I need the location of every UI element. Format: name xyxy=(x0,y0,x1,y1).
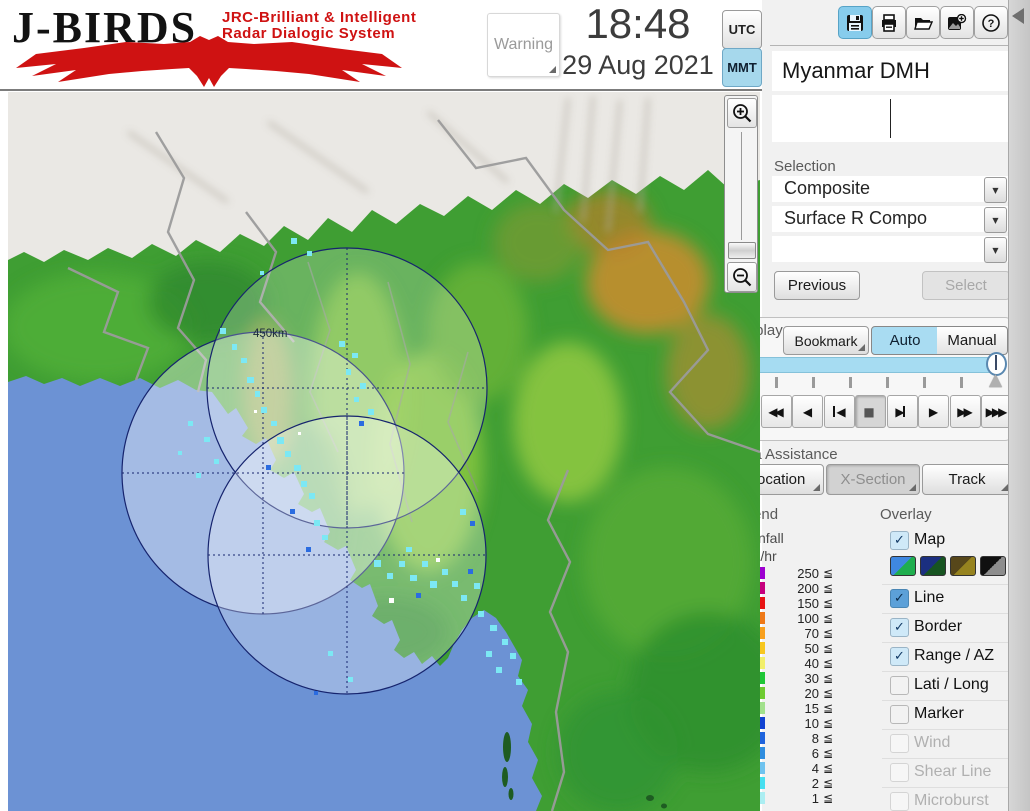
header-divider xyxy=(0,89,762,91)
range-ring-label: 450km xyxy=(253,328,288,340)
step-forward-button[interactable]: ▶ xyxy=(886,395,918,428)
separator xyxy=(882,758,1008,759)
timeline-tick xyxy=(775,377,778,388)
zoom-slider-track[interactable] xyxy=(741,132,742,240)
separator xyxy=(882,700,1008,701)
floppy-icon xyxy=(847,14,863,31)
printer-icon xyxy=(882,13,896,32)
mmt-button[interactable]: MMT xyxy=(722,48,762,87)
help-button[interactable]: ? xyxy=(974,6,1008,39)
overlay-label: Overlay xyxy=(880,506,932,523)
chevron-down-icon[interactable]: ▼ xyxy=(984,207,1007,233)
replay-progress-track[interactable] xyxy=(740,357,999,373)
map-checkbox[interactable]: ✓ xyxy=(890,531,909,550)
dropdown-composite-value: Composite xyxy=(784,178,871,198)
separator xyxy=(882,613,1008,614)
radar-map[interactable]: 450km xyxy=(8,92,760,811)
shear-line-checkbox xyxy=(890,763,909,782)
fast-forward-button[interactable]: ▶▶ xyxy=(949,395,981,428)
help-icon: ? xyxy=(982,13,1000,32)
range-az-checkbox[interactable]: ✓ xyxy=(890,647,909,666)
separator xyxy=(882,729,1008,730)
separator xyxy=(882,671,1008,672)
track-button[interactable]: Track xyxy=(922,464,1012,495)
add-image-icon xyxy=(948,13,967,30)
timeline-tick xyxy=(960,377,963,388)
select-button: Select xyxy=(922,271,1010,300)
border-checkbox[interactable]: ✓ xyxy=(890,618,909,637)
zoom-in-icon xyxy=(733,104,752,123)
timeline-tick xyxy=(812,377,815,388)
eagle-logo-icon xyxy=(16,36,402,87)
site-name-box: Myanmar DMH xyxy=(772,51,1008,91)
marker-checkbox[interactable] xyxy=(890,705,909,724)
stop-button[interactable]: ■ xyxy=(855,395,886,428)
manual-mode-button[interactable]: Manual xyxy=(937,326,1008,355)
timeline-tick xyxy=(849,377,852,388)
clock-time: 18:48 xyxy=(585,0,691,47)
separator xyxy=(882,584,1008,585)
zoom-out-icon xyxy=(733,268,752,287)
map-palette-option[interactable] xyxy=(980,556,1006,576)
dropdown-product[interactable]: Surface R Compo ▼ xyxy=(772,206,1008,233)
panel-collapse-strip[interactable] xyxy=(1008,0,1030,811)
lati-long-checkbox[interactable] xyxy=(890,676,909,695)
site-name: Myanmar DMH xyxy=(782,58,930,83)
chevron-down-icon[interactable]: ▼ xyxy=(984,177,1007,203)
selection-label: Selection xyxy=(774,158,836,175)
dropdown-product-value: Surface R Compo xyxy=(784,208,928,228)
map-palette-option[interactable] xyxy=(920,556,946,576)
save-button[interactable] xyxy=(838,6,872,39)
panel-divider xyxy=(770,45,1008,46)
collapse-left-triangle-icon[interactable] xyxy=(1012,8,1024,24)
bookmark-button[interactable]: Bookmark xyxy=(783,326,869,355)
status-box-divider xyxy=(890,99,891,138)
play-reverse-button[interactable]: ◀ xyxy=(792,395,823,428)
play-button[interactable]: ▶ xyxy=(918,395,949,428)
zoom-out-button[interactable] xyxy=(727,262,757,292)
chevron-down-icon[interactable]: ▼ xyxy=(984,237,1007,263)
zoom-slider-handle[interactable] xyxy=(728,242,756,259)
open-file-button[interactable] xyxy=(906,6,940,39)
map-palette-option[interactable] xyxy=(890,556,916,576)
folder-icon xyxy=(914,17,933,30)
clock-date: 29 Aug 2021 xyxy=(562,50,714,80)
previous-button[interactable]: Previous xyxy=(774,271,860,300)
x-section-button: X-Section xyxy=(826,464,920,495)
dropdown-sub-product[interactable]: ▼ xyxy=(772,236,1008,263)
rewind-button[interactable]: ◀◀ xyxy=(760,395,792,428)
separator xyxy=(882,642,1008,643)
timeline-tick xyxy=(886,377,889,388)
timeline-tick xyxy=(923,377,926,388)
svg-text:?: ? xyxy=(988,18,995,30)
add-image-button[interactable] xyxy=(940,6,974,39)
separator xyxy=(882,787,1008,788)
zoom-in-button[interactable] xyxy=(727,98,757,128)
wind-checkbox xyxy=(890,734,909,753)
microburst-checkbox xyxy=(890,792,909,811)
map-zoom-panel xyxy=(724,95,758,293)
line-checkbox[interactable]: ✓ xyxy=(890,589,909,608)
range-end-marker[interactable]: ▲ xyxy=(989,370,1002,390)
warning-label: Warning xyxy=(494,36,553,53)
map-palette-option[interactable] xyxy=(950,556,976,576)
auto-mode-button[interactable]: Auto xyxy=(871,326,939,355)
step-back-button[interactable]: ◀ xyxy=(823,395,855,428)
dropdown-composite[interactable]: Composite ▼ xyxy=(772,176,1008,203)
utc-button[interactable]: UTC xyxy=(722,10,762,49)
print-button[interactable] xyxy=(872,6,906,39)
